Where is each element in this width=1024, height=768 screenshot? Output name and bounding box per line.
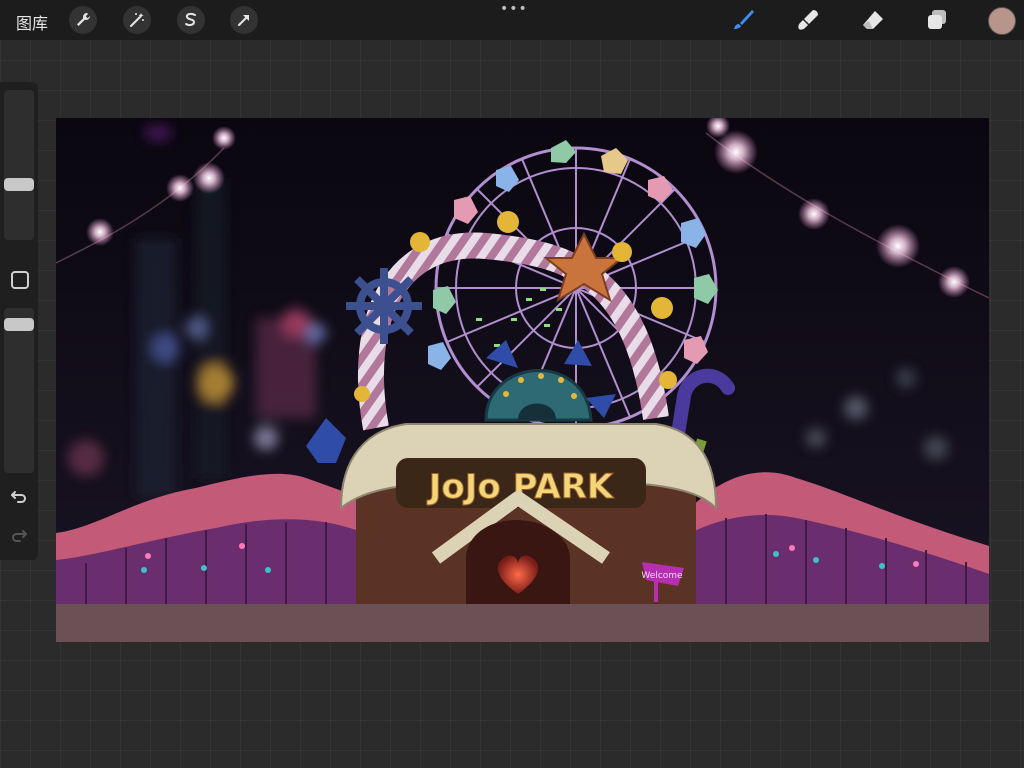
magic-wand-icon <box>130 13 144 27</box>
left-sidebar <box>0 82 38 560</box>
opacity-handle[interactable] <box>4 318 34 331</box>
top-toolbar: 图库 ••• <box>0 0 1024 40</box>
drawing-canvas[interactable]: JoJo PARK Welcome <box>56 118 989 642</box>
redo-button[interactable] <box>9 525 29 545</box>
smudge-tool-button[interactable] <box>793 5 823 35</box>
artwork: JoJo PARK Welcome <box>56 118 989 642</box>
smudge-icon <box>798 10 818 30</box>
redo-arrow-icon <box>11 530 27 542</box>
brush-icon <box>734 10 754 29</box>
more-options-dots[interactable]: ••• <box>500 2 527 16</box>
color-picker-button[interactable] <box>988 7 1016 35</box>
gallery-button[interactable]: 图库 <box>16 10 48 34</box>
transform-button[interactable] <box>230 6 258 34</box>
selection-s-icon <box>185 12 196 27</box>
adjustments-button[interactable] <box>123 6 151 34</box>
brush-size-handle[interactable] <box>4 178 34 191</box>
wrench-icon <box>77 13 90 26</box>
layers-button[interactable] <box>922 5 952 35</box>
arrow-cursor-icon <box>238 15 249 26</box>
welcome-text: Welcome <box>641 571 683 581</box>
undo-arrow-icon <box>11 491 27 503</box>
undo-button[interactable] <box>9 486 29 506</box>
actions-button[interactable] <box>69 6 97 34</box>
eraser-icon <box>863 11 883 29</box>
selection-button[interactable] <box>177 6 205 34</box>
gear-ornament <box>346 268 422 344</box>
paint-tool-button[interactable] <box>728 5 758 35</box>
ground <box>56 604 989 642</box>
opacity-slider[interactable] <box>4 308 34 473</box>
modify-button[interactable] <box>11 271 29 289</box>
layers-icon <box>928 10 946 29</box>
erase-tool-button[interactable] <box>858 5 888 35</box>
brush-size-slider[interactable] <box>4 90 34 240</box>
